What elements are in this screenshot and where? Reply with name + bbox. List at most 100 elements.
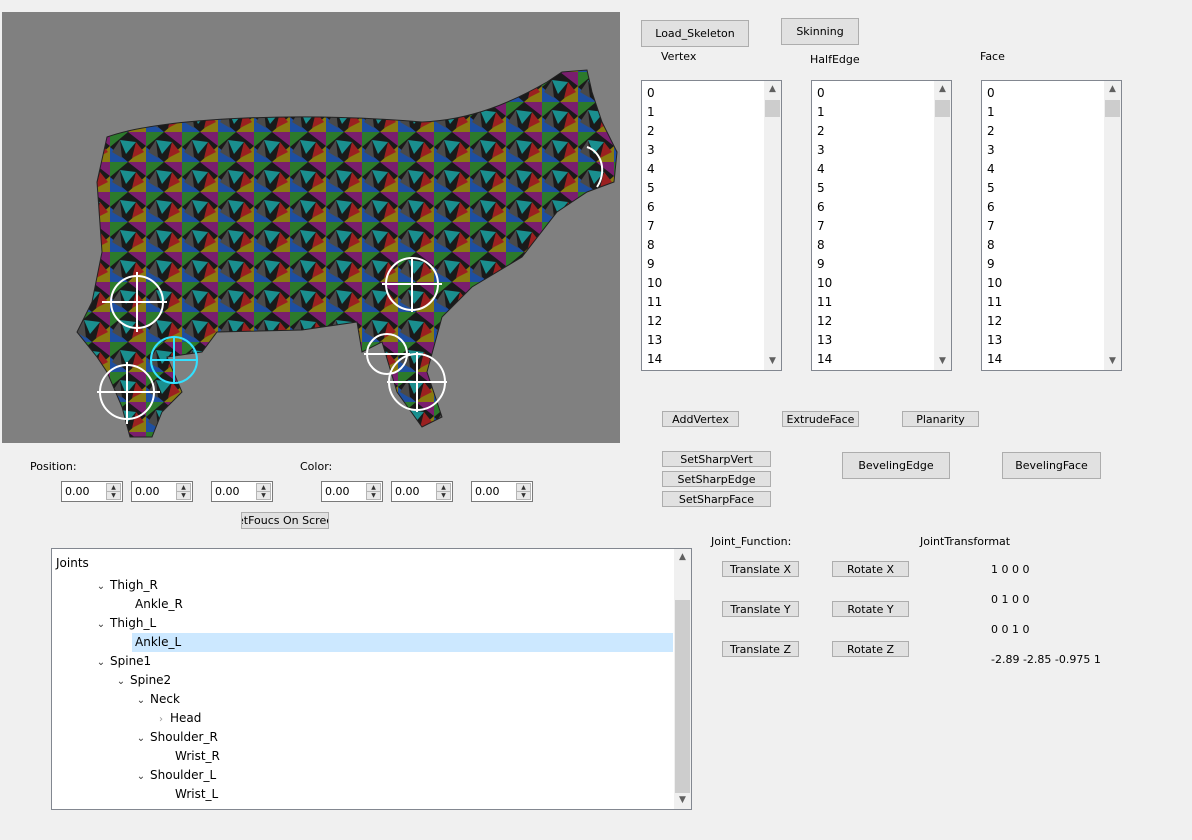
halfedge-listbox[interactable]: 0 1 2 3 4 5 6 7 8 9 10 11 12 13 14 ▲ ▼ bbox=[811, 80, 952, 371]
list-item[interactable]: 12 bbox=[642, 312, 763, 331]
spin-down-icon[interactable]: ▼ bbox=[436, 491, 451, 500]
scroll-thumb[interactable] bbox=[1105, 100, 1120, 117]
tree-node-shoulder-r[interactable]: ⌄ Shoulder_R bbox=[132, 728, 218, 747]
tree-node-ankle-l[interactable]: Ankle_L bbox=[135, 633, 181, 652]
scroll-thumb[interactable] bbox=[675, 600, 690, 793]
list-item[interactable]: 12 bbox=[812, 312, 933, 331]
list-item[interactable]: 8 bbox=[812, 236, 933, 255]
tree-node-ankle-r[interactable]: Ankle_R bbox=[135, 595, 183, 614]
spin-down-icon[interactable]: ▼ bbox=[256, 491, 271, 500]
spin-down-icon[interactable]: ▼ bbox=[106, 491, 121, 500]
joints-tree-scrollbar[interactable]: ▲ ▼ bbox=[674, 549, 691, 809]
color-g-spinbox[interactable]: 0.00 ▲ ▼ bbox=[391, 481, 453, 502]
chevron-down-icon[interactable]: ⌄ bbox=[92, 653, 110, 672]
list-item[interactable]: 9 bbox=[982, 255, 1103, 274]
spin-down-icon[interactable]: ▼ bbox=[366, 491, 381, 500]
position-y-spinbox[interactable]: 0.00 ▲ ▼ bbox=[131, 481, 193, 502]
tree-root-joints[interactable]: Joints bbox=[56, 554, 89, 573]
list-item[interactable]: 13 bbox=[982, 331, 1103, 350]
tree-node-thigh-l[interactable]: ⌄ Thigh_L bbox=[92, 614, 156, 633]
list-item[interactable]: 14 bbox=[812, 350, 933, 369]
color-r-spinbox[interactable]: 0.00 ▲ ▼ bbox=[321, 481, 383, 502]
position-z-spinbox[interactable]: 0.00 ▲ ▼ bbox=[211, 481, 273, 502]
list-item[interactable]: 1 bbox=[982, 103, 1103, 122]
chevron-right-icon[interactable]: › bbox=[152, 710, 170, 729]
list-item[interactable]: 13 bbox=[812, 331, 933, 350]
skinning-button[interactable]: Skinning bbox=[781, 18, 859, 45]
list-item[interactable]: 11 bbox=[642, 293, 763, 312]
vertex-listbox[interactable]: 0 1 2 3 4 5 6 7 8 9 10 11 12 13 14 ▲ ▼ bbox=[641, 80, 782, 371]
scroll-up-arrow-icon[interactable]: ▲ bbox=[1104, 81, 1121, 98]
list-item[interactable]: 8 bbox=[982, 236, 1103, 255]
3d-viewport[interactable] bbox=[2, 12, 620, 443]
list-item[interactable]: 6 bbox=[642, 198, 763, 217]
face-listbox[interactable]: 0 1 2 3 4 5 6 7 8 9 10 11 12 13 14 ▲ ▼ bbox=[981, 80, 1122, 371]
list-item[interactable]: 1 bbox=[812, 103, 933, 122]
scroll-down-arrow-icon[interactable]: ▼ bbox=[674, 792, 691, 809]
scroll-thumb[interactable] bbox=[935, 100, 950, 117]
chevron-down-icon[interactable]: ⌄ bbox=[92, 615, 110, 634]
planarity-button[interactable]: Planarity bbox=[902, 411, 979, 427]
rotate-x-button[interactable]: Rotate X bbox=[832, 561, 909, 577]
scroll-down-arrow-icon[interactable]: ▼ bbox=[1104, 353, 1121, 370]
set-sharp-face-button[interactable]: SetSharpFace bbox=[662, 491, 771, 507]
list-item[interactable]: 1 bbox=[642, 103, 763, 122]
list-item[interactable]: 4 bbox=[982, 160, 1103, 179]
rotate-z-button[interactable]: Rotate Z bbox=[832, 641, 909, 657]
halfedge-scrollbar[interactable]: ▲ ▼ bbox=[934, 81, 951, 370]
translate-z-button[interactable]: Translate Z bbox=[722, 641, 799, 657]
set-sharp-vert-button[interactable]: SetSharpVert bbox=[662, 451, 771, 467]
list-item[interactable]: 2 bbox=[982, 122, 1103, 141]
list-item[interactable]: 0 bbox=[812, 84, 933, 103]
spin-down-icon[interactable]: ▼ bbox=[516, 491, 531, 500]
color-b-spinbox[interactable]: 0.00 ▲ ▼ bbox=[471, 481, 533, 502]
tree-node-wrist-r[interactable]: Wrist_R bbox=[175, 747, 220, 766]
translate-y-button[interactable]: Translate Y bbox=[722, 601, 799, 617]
list-item[interactable]: 7 bbox=[982, 217, 1103, 236]
tree-node-neck[interactable]: ⌄ Neck bbox=[132, 690, 180, 709]
scroll-up-arrow-icon[interactable]: ▲ bbox=[764, 81, 781, 98]
chevron-down-icon[interactable]: ⌄ bbox=[132, 729, 150, 748]
list-item[interactable]: 6 bbox=[812, 198, 933, 217]
chevron-down-icon[interactable]: ⌄ bbox=[132, 691, 150, 710]
list-item[interactable]: 10 bbox=[812, 274, 933, 293]
load-skeleton-button[interactable]: Load_Skeleton bbox=[641, 20, 749, 47]
beveling-edge-button[interactable]: BevelingEdge bbox=[842, 452, 950, 479]
spin-down-icon[interactable]: ▼ bbox=[176, 491, 191, 500]
face-scrollbar[interactable]: ▲ ▼ bbox=[1104, 81, 1121, 370]
list-item[interactable]: 10 bbox=[642, 274, 763, 293]
list-item[interactable]: 8 bbox=[642, 236, 763, 255]
list-item[interactable]: 6 bbox=[982, 198, 1103, 217]
tree-node-head[interactable]: › Head bbox=[152, 709, 201, 728]
vertex-scrollbar[interactable]: ▲ ▼ bbox=[764, 81, 781, 370]
list-item[interactable]: 4 bbox=[642, 160, 763, 179]
add-vertex-button[interactable]: AddVertex bbox=[662, 411, 739, 427]
list-item[interactable]: 14 bbox=[982, 350, 1103, 369]
list-item[interactable]: 0 bbox=[642, 84, 763, 103]
list-item[interactable]: 11 bbox=[812, 293, 933, 312]
list-item[interactable]: 4 bbox=[812, 160, 933, 179]
tree-node-thigh-r[interactable]: ⌄ Thigh_R bbox=[92, 576, 158, 595]
list-item[interactable]: 11 bbox=[982, 293, 1103, 312]
chevron-down-icon[interactable]: ⌄ bbox=[92, 577, 110, 596]
list-item[interactable]: 5 bbox=[982, 179, 1103, 198]
list-item[interactable]: 7 bbox=[642, 217, 763, 236]
tree-node-wrist-l[interactable]: Wrist_L bbox=[175, 785, 218, 804]
set-sharp-edge-button[interactable]: SetSharpEdge bbox=[662, 471, 771, 487]
list-item[interactable]: 3 bbox=[812, 141, 933, 160]
rotate-y-button[interactable]: Rotate Y bbox=[832, 601, 909, 617]
scroll-thumb[interactable] bbox=[765, 100, 780, 117]
chevron-down-icon[interactable]: ⌄ bbox=[112, 672, 130, 691]
scroll-down-arrow-icon[interactable]: ▼ bbox=[764, 353, 781, 370]
joints-tree[interactable]: Joints ⌄ Thigh_R Ankle_R ⌄ Thigh_L Ankle_L… bbox=[51, 548, 692, 810]
list-item[interactable]: 12 bbox=[982, 312, 1103, 331]
list-item[interactable]: 9 bbox=[642, 255, 763, 274]
list-item[interactable]: 7 bbox=[812, 217, 933, 236]
tree-node-shoulder-l[interactable]: ⌄ Shoulder_L bbox=[132, 766, 216, 785]
set-focus-on-screen-button[interactable]: etFoucs On Scree bbox=[241, 512, 329, 529]
list-item[interactable]: 3 bbox=[982, 141, 1103, 160]
list-item[interactable]: 5 bbox=[642, 179, 763, 198]
scroll-up-arrow-icon[interactable]: ▲ bbox=[934, 81, 951, 98]
tree-node-spine1[interactable]: ⌄ Spine1 bbox=[92, 652, 151, 671]
list-item[interactable]: 5 bbox=[812, 179, 933, 198]
